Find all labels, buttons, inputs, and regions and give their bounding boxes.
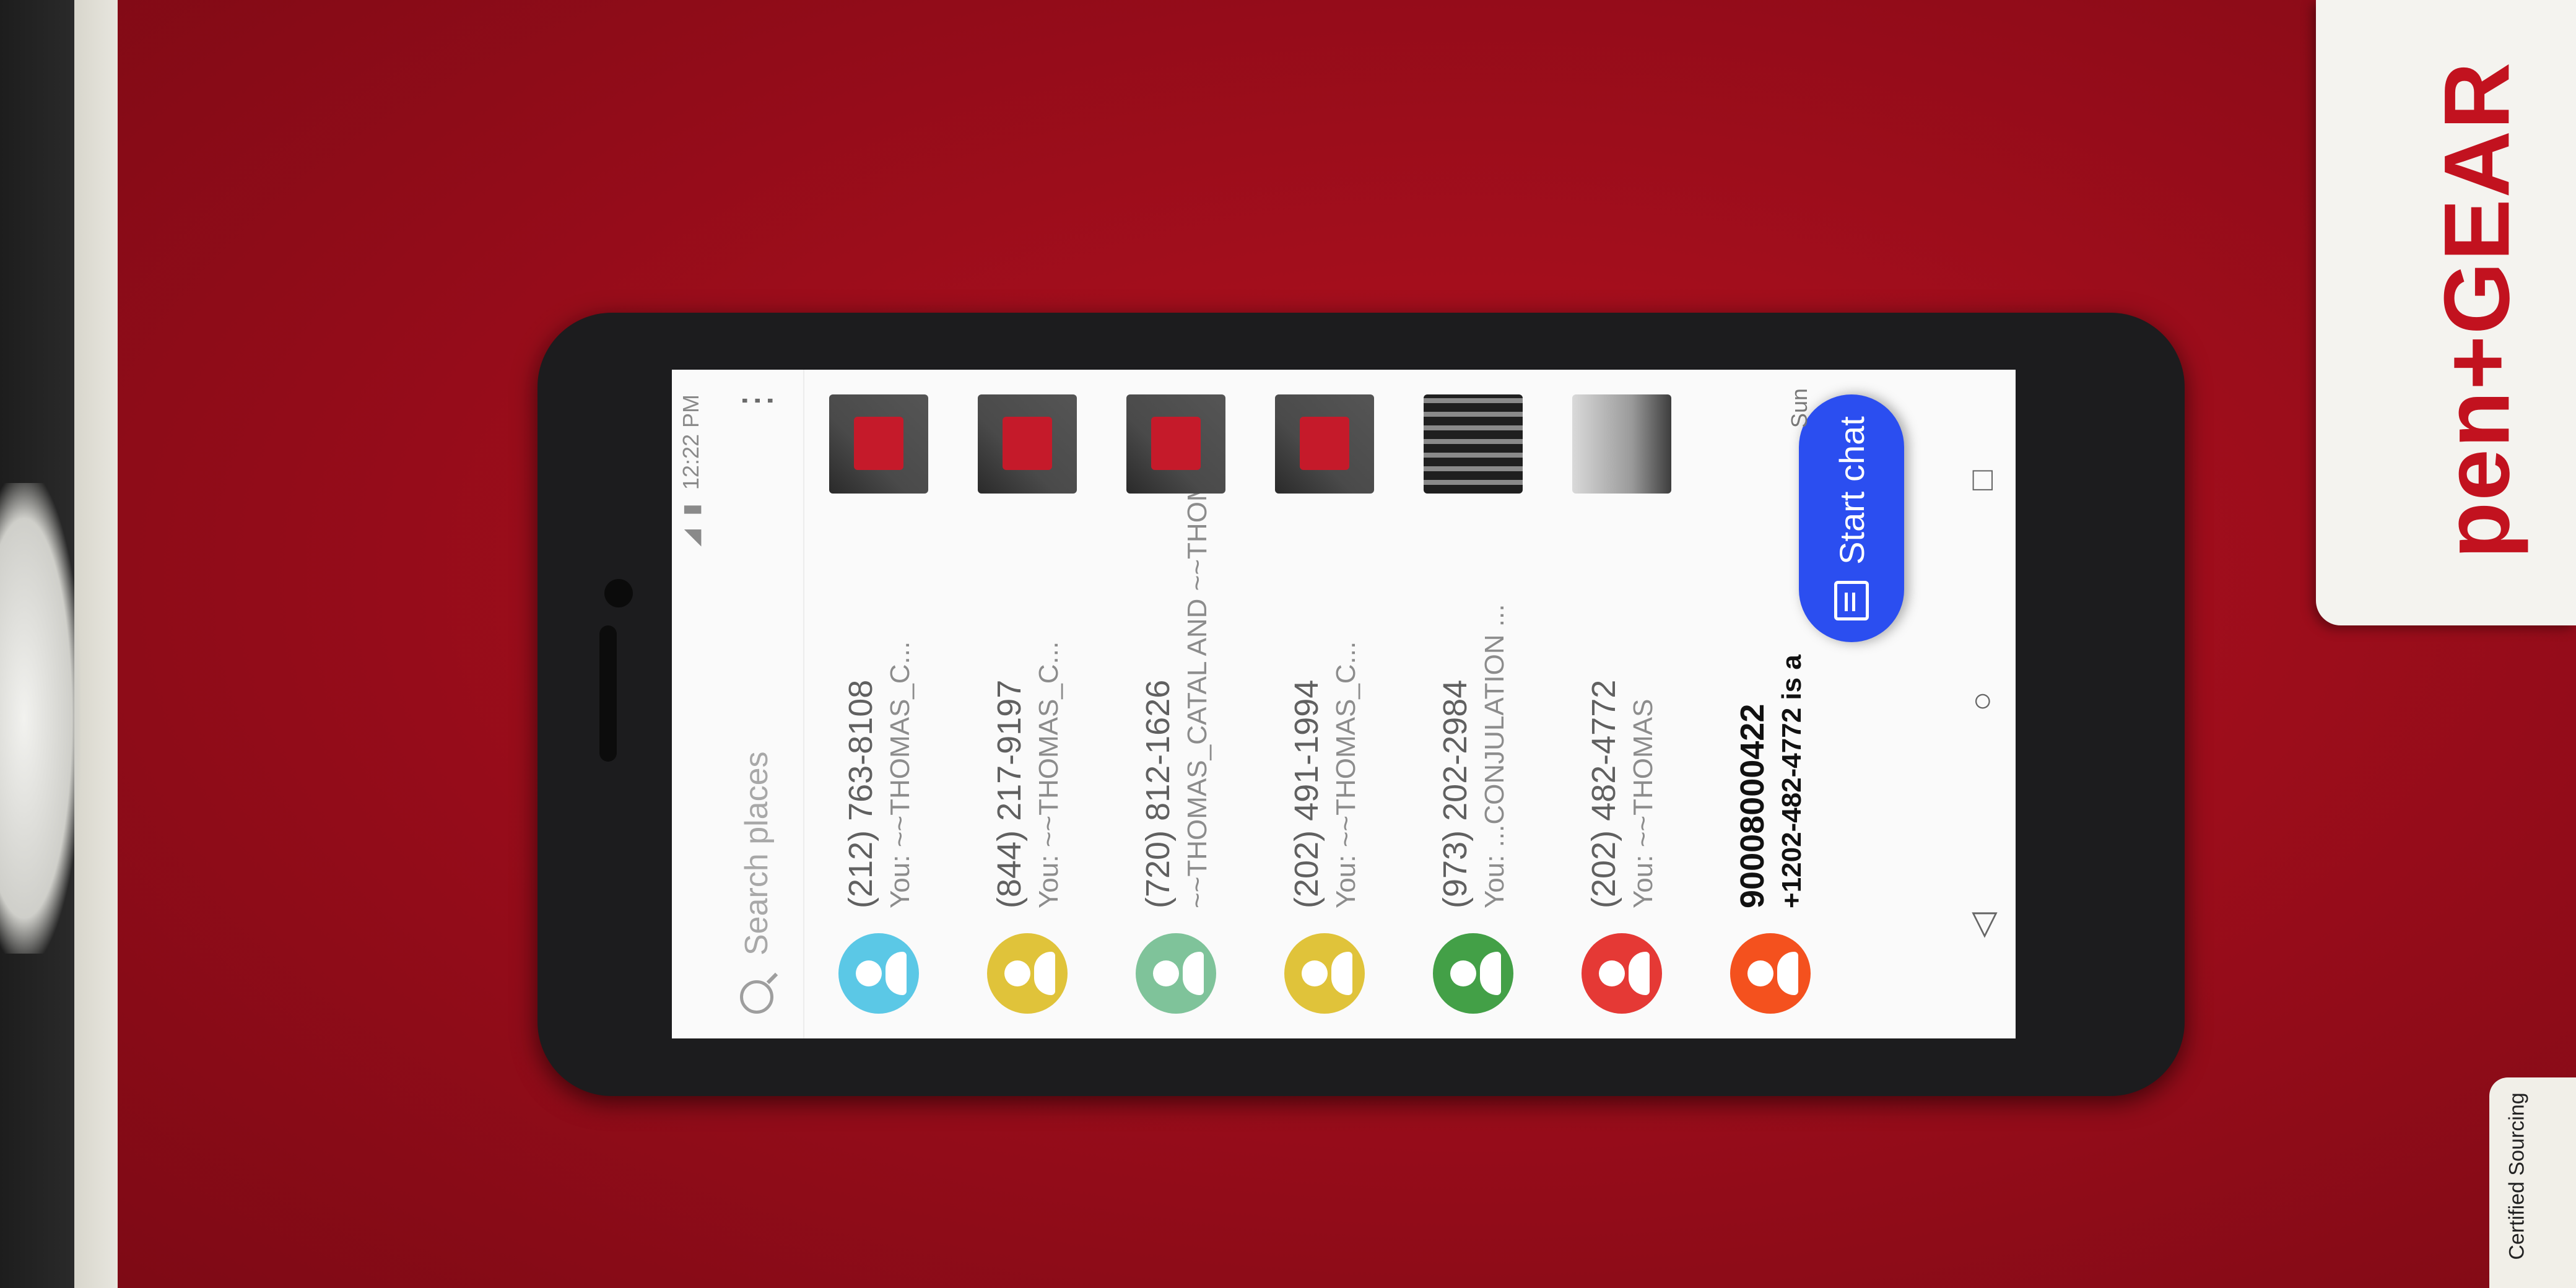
brand-label-card: pen+GEAR	[2316, 0, 2576, 625]
conversation-snippet: You: ~~THOMAS_C...	[1331, 641, 1361, 908]
status-bar: ◢ ▮ 12:22 PM	[672, 370, 710, 1038]
contact-avatar-icon	[1284, 933, 1365, 1014]
attachment-thumbnail[interactable]	[1126, 394, 1225, 494]
conversation-row[interactable]: (844) 217-9197 You: ~~THOMAS_C...	[953, 370, 1102, 1038]
conversation-title: (202) 491-1994	[1288, 679, 1325, 908]
cloth	[0, 483, 80, 954]
home-icon[interactable]: ○	[1962, 691, 2001, 711]
contact-avatar-icon	[1730, 933, 1811, 1014]
conversation-list: (212) 763-8108 You: ~~THOMAS_C... (844) 21…	[804, 370, 1845, 1038]
back-icon[interactable]: ◁	[1962, 912, 2001, 938]
attachment-thumbnail[interactable]	[829, 394, 928, 494]
certified-sticker: Certified Sourcing	[2489, 1077, 2576, 1288]
conversation-row[interactable]: (212) 763-8108 You: ~~THOMAS_C...	[804, 370, 953, 1038]
conversation-title: (973) 202-2984	[1437, 679, 1474, 908]
conversation-snippet: You: ~~THOMAS_C...	[885, 641, 915, 908]
contact-avatar-icon	[1582, 933, 1662, 1014]
conversation-row[interactable]: (973) 202-2984 You: ...CONJULATION ...	[1399, 370, 1547, 1038]
conversation-time: Sun	[1786, 388, 1812, 429]
conversation-snippet: You: ~~THOMAS_C...	[1033, 641, 1064, 908]
contact-avatar-icon	[1136, 933, 1216, 1014]
conversation-row[interactable]: (202) 482-4772 You: ~~THOMAS	[1547, 370, 1696, 1038]
search-icon[interactable]	[740, 980, 773, 1014]
start-chat-label: Start chat	[1832, 416, 1871, 565]
conversation-title: 90008000422	[1734, 703, 1771, 908]
conversation-title: (720) 812-1626	[1139, 679, 1177, 908]
battery-icon: ▮	[678, 503, 703, 516]
attachment-thumbnail[interactable]	[1572, 394, 1671, 494]
attachment-thumbnail[interactable]	[1275, 394, 1374, 494]
search-bar[interactable]: Search places ⋮	[710, 370, 804, 1038]
status-time: 12:22 PM	[678, 394, 703, 490]
front-camera	[604, 579, 633, 607]
contact-avatar-icon	[987, 933, 1068, 1014]
photo-scene: pen+GEAR Certified Sourcing ◢ ▮ 12:22 PM…	[0, 0, 2576, 1288]
conversation-title: (844) 217-9197	[991, 679, 1028, 908]
recents-icon[interactable]: □	[1962, 470, 2001, 490]
attachment-thumbnail[interactable]	[1424, 394, 1523, 494]
certified-text: Certified Sourcing	[2505, 1092, 2529, 1260]
brand-logo: pen+GEAR	[2424, 61, 2529, 559]
conversation-snippet: You: ...CONJULATION ...	[1479, 604, 1510, 908]
overflow-menu-icon[interactable]: ⋮	[735, 382, 778, 419]
attachment-thumbnail[interactable]	[978, 394, 1077, 494]
signal-icon: ◢	[678, 529, 703, 547]
contact-avatar-icon	[838, 933, 919, 1014]
contact-avatar-icon	[1433, 933, 1513, 1014]
search-input[interactable]: Search places	[738, 444, 775, 955]
conversation-snippet: ~~THOMAS_CATAL AND ~~THOMAS_CATALA...	[1182, 494, 1212, 908]
conversation-row[interactable]: (720) 812-1626 ~~THOMAS_CATAL AND ~~THOMA…	[1102, 370, 1250, 1038]
messages-screen: ◢ ▮ 12:22 PM Search places ⋮ (212) 763-8…	[672, 370, 2016, 1038]
conversation-title: (202) 482-4772	[1585, 679, 1622, 908]
chat-icon	[1834, 580, 1869, 620]
navigation-bar: ◁ ○ □	[1947, 370, 2016, 1038]
conversation-row[interactable]: (202) 491-1994 You: ~~THOMAS_C...	[1250, 370, 1399, 1038]
earpiece-speaker	[599, 625, 617, 762]
conversation-title: (212) 763-8108	[842, 679, 879, 908]
start-chat-button[interactable]: Start chat	[1799, 394, 1904, 642]
conversation-snippet: You: ~~THOMAS	[1628, 698, 1658, 908]
